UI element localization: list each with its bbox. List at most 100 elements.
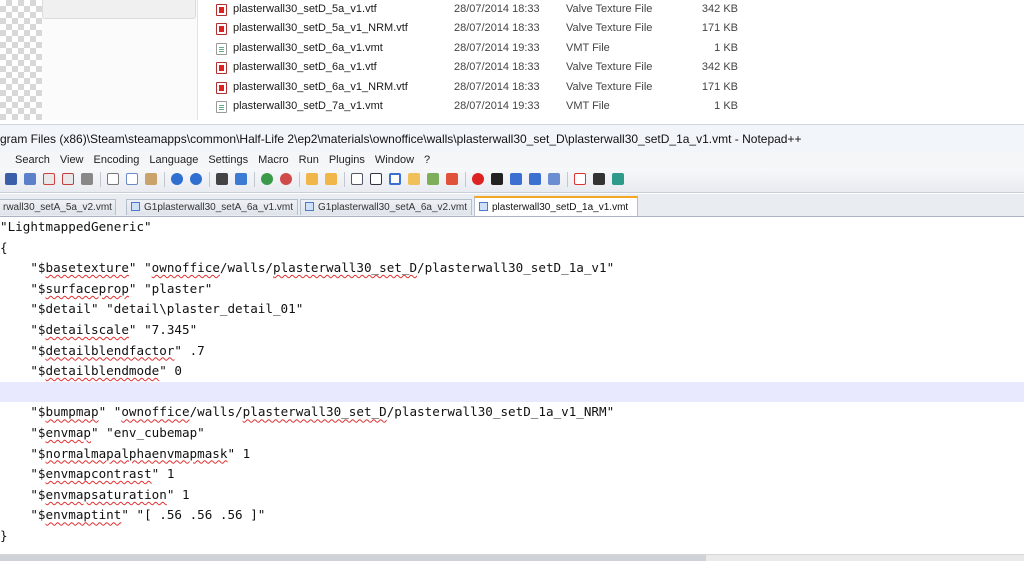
code-line[interactable]: "$bumpmap" "ownoffice/walls/plasterwall3… bbox=[0, 402, 1024, 423]
horizontal-scrollbar-thumb[interactable] bbox=[0, 555, 706, 561]
code-line-text: "$envmapcontrast" 1 bbox=[0, 466, 175, 482]
function-list-button[interactable] bbox=[425, 171, 441, 187]
close-all-button[interactable] bbox=[60, 171, 76, 187]
file-size: 171 KB bbox=[701, 80, 738, 93]
title-bar[interactable]: gram Files (x86)\Steam\steamapps\common\… bbox=[0, 124, 1024, 153]
code-line[interactable]: "$detailscale" "7.345" bbox=[0, 320, 1024, 341]
print-button[interactable] bbox=[79, 171, 95, 187]
code-line[interactable]: "$envmapsaturation" 1 bbox=[0, 485, 1024, 506]
menu-item-search[interactable]: Search bbox=[15, 152, 50, 168]
file-row[interactable]: plasterwall30_setD_5a_v1.vtf 28/07/2014 1… bbox=[212, 0, 1012, 19]
replace-button[interactable] bbox=[233, 171, 249, 187]
document-saved-icon bbox=[305, 201, 314, 211]
code-line[interactable]: { bbox=[0, 238, 1024, 259]
code-line-text: "$basetexture" "ownoffice/walls/plasterw… bbox=[0, 260, 615, 276]
indent-guide-button[interactable] bbox=[387, 171, 403, 187]
stop-record-button[interactable] bbox=[489, 171, 505, 187]
code-line[interactable]: "$detail" "detail\plaster_detail_01" bbox=[0, 299, 1024, 320]
find-icon bbox=[216, 173, 228, 185]
vmt-file-icon bbox=[216, 42, 227, 55]
show-all-chars-button[interactable] bbox=[368, 171, 384, 187]
code-line[interactable]: "$normalmapalphaenvmapmask" 1 bbox=[0, 444, 1024, 465]
folder-workspace-button[interactable] bbox=[444, 171, 460, 187]
menu-item-help[interactable]: ? bbox=[424, 152, 430, 168]
menu-item-encoding[interactable]: Encoding bbox=[94, 152, 140, 168]
doc-map-button[interactable] bbox=[406, 171, 422, 187]
cut-icon bbox=[107, 173, 119, 185]
code-line[interactable]: "$envmapcontrast" 1 bbox=[0, 464, 1024, 485]
notepad-plus-plus-window: gram Files (x86)\Steam\steamapps\common\… bbox=[0, 120, 1024, 561]
spell-check-icon bbox=[574, 173, 586, 185]
zoom-out-icon bbox=[280, 173, 292, 185]
file-row[interactable]: plasterwall30_setD_6a_v1.vtf 28/07/2014 1… bbox=[212, 58, 1012, 77]
code-line[interactable]: "$detailblendfactor" .7 bbox=[0, 341, 1024, 362]
file-row[interactable]: plasterwall30_setD_6a_v1_NRM.vtf 28/07/20… bbox=[212, 78, 1012, 97]
save-macro-icon bbox=[548, 173, 560, 185]
vtf-file-icon bbox=[216, 23, 227, 36]
save-macro-button[interactable] bbox=[546, 171, 562, 187]
file-size: 171 KB bbox=[701, 22, 738, 35]
sync-vertical-button[interactable] bbox=[304, 171, 320, 187]
document-tab[interactable]: rwall30_setA_5a_v2.vmt bbox=[0, 199, 116, 215]
file-type: Valve Texture File bbox=[566, 3, 653, 15]
code-line[interactable]: "$envmaptint" "[ .56 .56 .56 ]" bbox=[0, 505, 1024, 526]
undo-button[interactable] bbox=[169, 171, 185, 187]
menu-item-macro[interactable]: Macro bbox=[258, 152, 289, 168]
sync-horizontal-button[interactable] bbox=[323, 171, 339, 187]
close-button[interactable] bbox=[41, 171, 57, 187]
zoom-out-button[interactable] bbox=[278, 171, 294, 187]
zoom-in-button[interactable] bbox=[259, 171, 275, 187]
sync-horizontal-icon bbox=[325, 173, 337, 185]
redo-button[interactable] bbox=[188, 171, 204, 187]
code-line[interactable]: "$basetexture" "ownoffice/walls/plasterw… bbox=[0, 258, 1024, 279]
undo-icon bbox=[171, 173, 183, 185]
menu-item-settings[interactable]: Settings bbox=[208, 152, 248, 168]
code-line[interactable]: "LightmappedGeneric" bbox=[0, 217, 1024, 238]
code-line-text: { bbox=[0, 239, 8, 255]
vtf-file-icon bbox=[216, 62, 227, 75]
document-tab[interactable]: G1plasterwall30_setA_6a_v1.vmt bbox=[126, 199, 298, 215]
menu-item-language[interactable]: Language bbox=[149, 152, 198, 168]
spell-next-button[interactable] bbox=[591, 171, 607, 187]
file-name: plasterwall30_setD_7a_v1.vmt bbox=[233, 99, 383, 112]
spell-next-icon bbox=[593, 173, 605, 185]
cut-button[interactable] bbox=[105, 171, 121, 187]
record-macro-button[interactable] bbox=[470, 171, 486, 187]
code-line[interactable]: } bbox=[0, 526, 1024, 547]
save-all-button[interactable] bbox=[22, 171, 38, 187]
file-name: plasterwall30_setD_5a_v1.vtf bbox=[233, 3, 377, 15]
document-saved-icon bbox=[479, 201, 488, 211]
file-row[interactable]: plasterwall30_setD_5a_v1_NRM.vtf 28/07/20… bbox=[212, 19, 1012, 38]
file-row[interactable]: plasterwall30_setD_7a_v1.vmt 28/07/2014 1… bbox=[212, 97, 1012, 116]
navigation-pane-selected-item[interactable] bbox=[42, 0, 196, 19]
code-editor[interactable]: "LightmappedGeneric" { "$basetexture" "ow… bbox=[0, 217, 1024, 557]
spell-check-button[interactable] bbox=[572, 171, 588, 187]
menu-item-view[interactable]: View bbox=[60, 152, 84, 168]
code-line[interactable]: "$surfaceprop" "plaster" bbox=[0, 279, 1024, 300]
paste-button[interactable] bbox=[143, 171, 159, 187]
code-line-current[interactable] bbox=[0, 381, 1024, 403]
document-tab-label: rwall30_setA_5a_v2.vmt bbox=[3, 202, 112, 213]
menu-item-window[interactable]: Window bbox=[375, 152, 414, 168]
document-tab-active[interactable]: plasterwall30_setD_1a_v1.vmt bbox=[474, 196, 638, 216]
code-line[interactable]: "$detailblendmode" 0 bbox=[0, 361, 1024, 382]
copy-button[interactable] bbox=[124, 171, 140, 187]
menu-item-run[interactable]: Run bbox=[299, 152, 319, 168]
menu-item-plugins[interactable]: Plugins bbox=[329, 152, 365, 168]
run-macro-multiple-button[interactable] bbox=[527, 171, 543, 187]
play-macro-button[interactable] bbox=[508, 171, 524, 187]
file-type: Valve Texture File bbox=[566, 22, 653, 35]
word-wrap-button[interactable] bbox=[349, 171, 365, 187]
file-date-modified: 28/07/2014 18:33 bbox=[454, 61, 540, 74]
document-tab[interactable]: G1plasterwall30_setA_6a_v2.vmt bbox=[300, 199, 472, 215]
spell-options-button[interactable] bbox=[610, 171, 626, 187]
find-button[interactable] bbox=[214, 171, 230, 187]
file-list: plasterwall30_setD_5a_v1.vtf 28/07/2014 1… bbox=[212, 0, 1012, 116]
toolbar bbox=[0, 168, 1024, 193]
toolbar-separator bbox=[164, 172, 165, 187]
file-row[interactable]: plasterwall30_setD_6a_v1.vmt 28/07/2014 1… bbox=[212, 39, 1012, 58]
file-size: 1 KB bbox=[714, 99, 738, 112]
indent-guide-icon bbox=[389, 173, 401, 185]
save-button[interactable] bbox=[3, 171, 19, 187]
code-line[interactable]: "$envmap" "env_cubemap" bbox=[0, 423, 1024, 444]
